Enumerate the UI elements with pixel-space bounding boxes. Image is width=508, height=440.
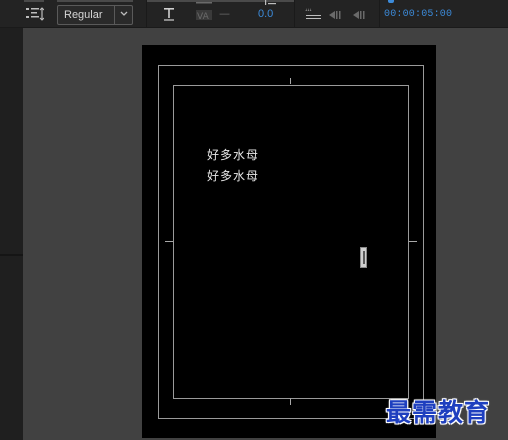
svg-text:VA: VA (197, 12, 210, 20)
svg-text:ꜜꜜꜜ: ꜜꜜꜜ (305, 8, 312, 15)
left-panel (0, 28, 23, 440)
center-mark-bottom (290, 398, 291, 405)
tracking-value[interactable]: — (219, 7, 230, 20)
title-safe-guide (173, 85, 409, 399)
align-options-icon[interactable] (26, 7, 44, 21)
keyframe-navigation-icons[interactable]: ꜜꜜꜜ (305, 6, 375, 22)
watermark-logo: 最需教育 (386, 398, 491, 427)
dropdown-divider (114, 6, 115, 24)
text-box-resize-handle[interactable] (360, 247, 367, 268)
playhead-marker (388, 0, 394, 3)
center-mark-left (165, 241, 173, 242)
timecode-display[interactable]: 00:00:05:00 (384, 9, 452, 20)
text-tool-icon[interactable] (163, 7, 175, 21)
title-text-line-1[interactable]: 好多水母 (207, 146, 259, 163)
text-toolbar: Regular VA — 0.0 ꜜꜜꜜ 00:00:05:00 (0, 0, 508, 28)
title-text-line-2[interactable]: 好多水母 (207, 167, 259, 184)
kerning-value[interactable]: 0.0 (258, 8, 273, 20)
center-mark-right (409, 241, 417, 242)
toolbar-separator (379, 0, 380, 27)
kerning-icon[interactable] (263, 0, 277, 6)
font-style-dropdown[interactable]: Regular (57, 5, 133, 25)
font-style-value: Regular (64, 9, 103, 21)
toolbar-top-edge (57, 0, 133, 2)
tracking-icon[interactable]: VA (195, 2, 215, 20)
panel-divider[interactable] (0, 254, 23, 256)
toolbar-top-edge (24, 0, 44, 2)
chevron-down-icon (120, 11, 128, 16)
center-mark-top (290, 78, 291, 84)
toolbar-separator (294, 0, 295, 27)
toolbar-separator (146, 0, 147, 27)
